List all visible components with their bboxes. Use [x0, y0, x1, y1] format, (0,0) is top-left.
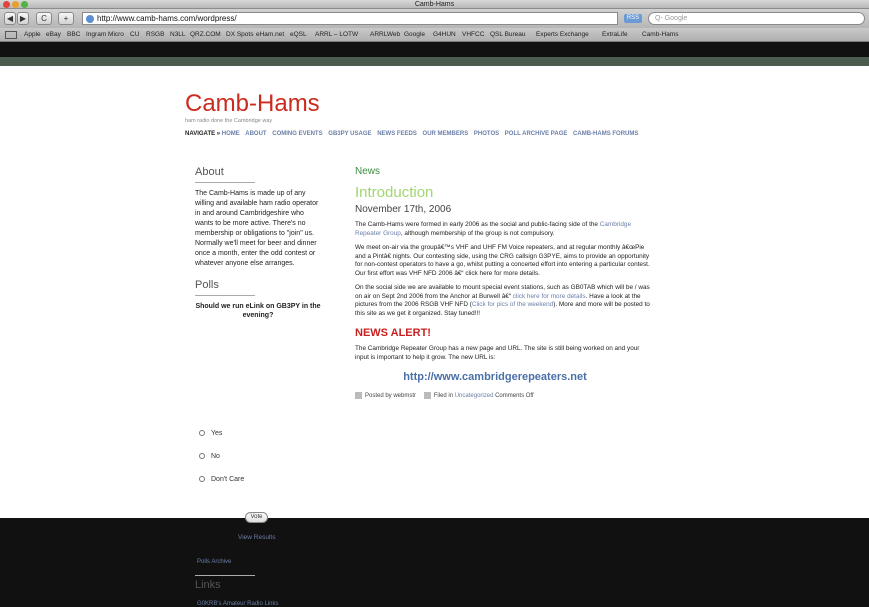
browser-window: Camb-Hams ◀ ▶ C + http://www.camb-hams.c…: [0, 0, 869, 607]
bookmark-item[interactable]: ARRLWeb: [370, 28, 400, 41]
bookmark-item[interactable]: QRZ.COM: [190, 28, 221, 41]
post-paragraph: On the social side we are available to m…: [355, 284, 655, 318]
poll-option-label: No: [211, 453, 220, 460]
main-navigation: NAVIGATE » HOME ABOUT COMING EVENTS GB3P…: [185, 130, 685, 138]
bookmark-item[interactable]: eHam.net: [256, 28, 284, 41]
post-title[interactable]: Introduction: [355, 184, 655, 201]
bookmark-item[interactable]: Google: [404, 28, 425, 41]
nav-link-forums[interactable]: CAMB-HAMS FORUMS: [573, 131, 638, 137]
text: , although membership of the group is no…: [400, 229, 555, 237]
poll-option-label: Don't Care: [211, 476, 245, 483]
radio-button[interactable]: [199, 430, 205, 437]
site-tagline: ham radio done the Cambridge way: [185, 118, 273, 124]
radio-button[interactable]: [199, 476, 205, 483]
about-heading: About: [195, 166, 224, 178]
nav-link-our-members[interactable]: OUR MEMBERS: [423, 131, 469, 137]
bookmark-item[interactable]: eBay: [46, 28, 61, 41]
bookmark-item[interactable]: ARRL – LOTW: [315, 28, 358, 41]
browser-toolbar: ◀ ▶ C + http://www.camb-hams.com/wordpre…: [0, 9, 869, 28]
nav-link-home[interactable]: HOME: [222, 131, 240, 137]
bookmark-item[interactable]: RSGB: [146, 28, 164, 41]
poll-option-no[interactable]: No: [199, 453, 220, 460]
nav-link-gb3py-usage[interactable]: GB3PY USAGE: [328, 131, 371, 137]
post-meta: Posted by webmstr Filed in Uncategorized…: [355, 392, 655, 399]
window-title: Camb-Hams: [414, 1, 455, 8]
poll-option-dont-care[interactable]: Don't Care: [199, 476, 244, 483]
page-top-strip: [0, 42, 869, 57]
view-results-link[interactable]: View Results: [238, 534, 275, 541]
web-page: Camb-Hams ham radio done the Cambridge w…: [0, 66, 869, 607]
search-input[interactable]: Q- Google: [648, 12, 865, 25]
comments-status: Comments Off: [495, 393, 534, 400]
nav-link-coming-events[interactable]: COMING EVENTS: [272, 131, 322, 137]
post-paragraph: We meet on-air via the groupâ€™s VHF and…: [355, 244, 650, 277]
bookmark-item[interactable]: N3LL: [170, 28, 186, 41]
globe-icon: [86, 15, 94, 23]
bookmark-item[interactable]: QSL Bureau: [490, 28, 526, 41]
polls-archive-link[interactable]: Polls Archive: [197, 559, 231, 565]
bookmark-item[interactable]: ExtraLife: [602, 28, 628, 41]
bookmark-item[interactable]: Ingram Micro: [86, 28, 124, 41]
links-item[interactable]: G0KRB's Amateur Radio Links: [197, 601, 279, 607]
post-paragraph: The Cambridge Repeater Group has a new p…: [355, 345, 640, 361]
news-alert-heading: NEWS ALERT!: [355, 327, 431, 339]
event-details-link[interactable]: click here for more details: [513, 293, 586, 300]
section-heading: News: [355, 166, 381, 177]
address-text: http://www.camb-hams.com/wordpress/: [97, 14, 237, 23]
poll-option-label: Yes: [211, 430, 223, 437]
posted-by: Posted by webmstr: [365, 393, 417, 400]
category-link[interactable]: Uncategorized: [455, 393, 494, 399]
bookmark-item[interactable]: VHFCC: [462, 28, 484, 41]
new-url-link[interactable]: http://www.cambridgerepeaters.net: [355, 371, 635, 383]
add-bookmark-button[interactable]: +: [58, 12, 74, 25]
poll-question: Should we run eLink on GB3PY in the even…: [195, 303, 321, 319]
nav-link-poll-archive[interactable]: POLL ARCHIVE PAGE: [505, 131, 568, 137]
site-title[interactable]: Camb-Hams: [185, 90, 320, 118]
bookmark-item[interactable]: DX Spots: [226, 28, 253, 41]
forward-button[interactable]: ▶: [17, 12, 29, 25]
bookmark-item[interactable]: Apple: [24, 28, 41, 41]
divider: [195, 575, 255, 576]
nav-link-news-feeds[interactable]: NEWS FEEDS: [377, 131, 417, 137]
title-bar: Camb-Hams: [0, 0, 869, 9]
links-heading: Links: [195, 579, 221, 591]
post-paragraph: The Camb-Hams were formed in early 2006 …: [355, 221, 655, 238]
divider: [195, 295, 255, 296]
bookmark-item[interactable]: CU: [130, 28, 139, 41]
poll-option-yes[interactable]: Yes: [199, 430, 222, 437]
back-button[interactable]: ◀: [4, 12, 16, 25]
folder-icon: [423, 392, 431, 399]
bookmark-item[interactable]: eQSL: [290, 28, 307, 41]
bookmark-item[interactable]: Camb-Hams: [642, 28, 678, 41]
nav-link-about[interactable]: ABOUT: [245, 131, 266, 137]
nav-label: NAVIGATE »: [185, 131, 221, 137]
rss-button[interactable]: RSS: [624, 14, 642, 23]
main-content: News Introduction November 17th, 2006 Th…: [355, 166, 655, 399]
sidebar: About The Camb-Hams is made up of any wi…: [195, 166, 321, 607]
divider: [195, 182, 255, 183]
bookmarks-bar: Apple eBay BBC Ingram Micro CU RSGB N3LL…: [0, 28, 869, 42]
author-icon: [355, 392, 362, 399]
post-date: November 17th, 2006: [355, 204, 452, 215]
bookmark-item[interactable]: BBC: [67, 28, 80, 41]
bookmarks-icon[interactable]: [5, 31, 17, 39]
nav-link-photos[interactable]: PHOTOS: [474, 131, 499, 137]
bookmark-item[interactable]: G4HUN: [433, 28, 456, 41]
weekend-pics-link[interactable]: Click for pics of the weekend: [472, 301, 553, 308]
about-text: The Camb-Hams is made up of any willing …: [195, 190, 319, 267]
reload-button[interactable]: C: [36, 12, 52, 25]
polls-heading: Polls: [195, 279, 219, 291]
text: The Camb-Hams were formed in early 2006 …: [355, 221, 600, 228]
bookmark-item[interactable]: Experts Exchange: [536, 28, 589, 41]
header-band: [0, 57, 869, 66]
address-bar[interactable]: http://www.camb-hams.com/wordpress/: [82, 12, 618, 25]
radio-button[interactable]: [199, 453, 205, 460]
filed-in: Filed in: [433, 393, 454, 400]
